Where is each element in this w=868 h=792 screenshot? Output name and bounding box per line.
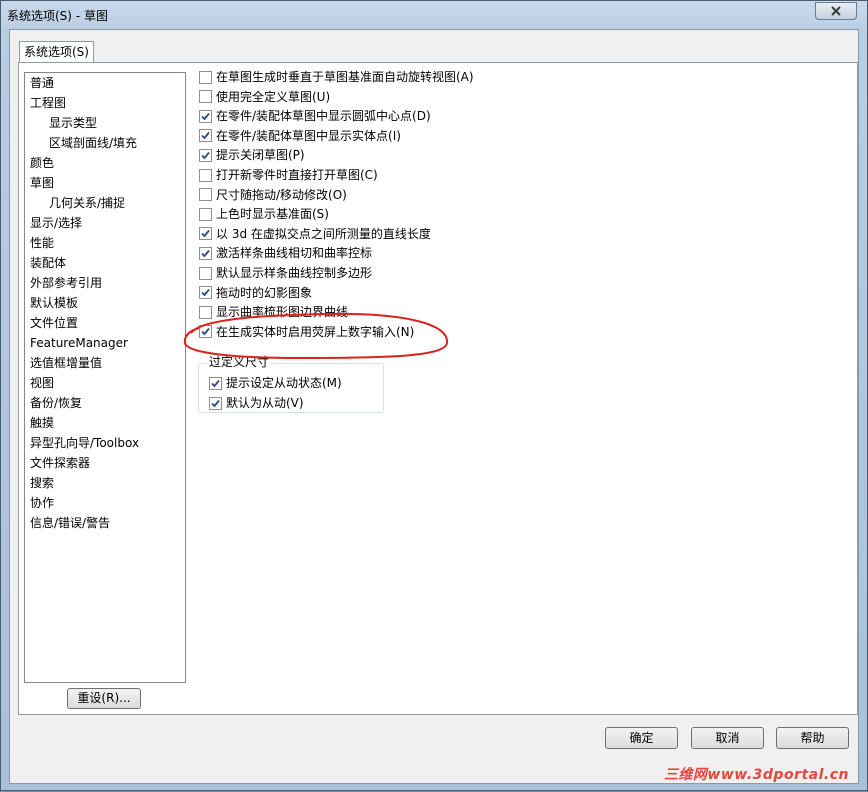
checkbox-checked-icon[interactable] xyxy=(199,246,212,260)
tree-item[interactable]: 文件探索器 xyxy=(30,454,90,472)
sketch-option-checkbox[interactable]: 上色时显示基准面(S) xyxy=(199,205,329,223)
tab-system-options[interactable]: 系统选项(S) xyxy=(19,41,94,63)
window-title: 系统选项(S) - 草图 xyxy=(7,9,108,23)
checkbox-checked-icon[interactable] xyxy=(199,325,212,339)
sketch-option-checkbox[interactable]: 以 3d 在虚拟交点之间所测量的直线长度 xyxy=(199,225,431,243)
option-label: 拖动时的幻影图象 xyxy=(216,285,313,300)
option-label: 以 3d 在虚拟交点之间所测量的直线长度 xyxy=(216,226,431,241)
option-label: 显示曲率梳形图边界曲线 xyxy=(216,305,349,320)
tree-item[interactable]: 工程图 xyxy=(30,94,66,112)
option-label: 在零件/装配体草图中显示圆弧中心点(D) xyxy=(216,109,431,124)
sketch-option-checkbox[interactable]: 拖动时的幻影图象 xyxy=(199,284,312,302)
checkbox-checked-icon[interactable] xyxy=(209,376,222,390)
close-button[interactable] xyxy=(815,2,857,20)
option-label: 提示设定从动状态(M) xyxy=(226,376,342,390)
sketch-option-checkbox[interactable]: 在零件/装配体草图中显示圆弧中心点(D) xyxy=(199,107,431,125)
checkbox-unchecked-icon[interactable] xyxy=(199,168,212,182)
checkbox-checked-icon[interactable] xyxy=(199,109,212,123)
option-label: 提示关闭草图(P) xyxy=(216,148,305,163)
option-label: 在生成实体时启用荧屏上数字输入(N) xyxy=(216,324,415,339)
reset-button[interactable]: 重设(R)... xyxy=(67,688,141,709)
sketch-option-checkbox[interactable]: 使用完全定义草图(U) xyxy=(199,88,330,106)
tab-panel: 普通工程图显示类型区域剖面线/填充颜色草图几何关系/捕捉显示/选择性能装配体外部… xyxy=(18,62,858,715)
tree-item[interactable]: 异型孔向导/Toolbox xyxy=(30,434,139,452)
option-label: 默认显示样条曲线控制多边形 xyxy=(216,266,373,280)
tree-item[interactable]: 性能 xyxy=(30,234,54,252)
option-label: 在草图生成时垂直于草图基准面自动旋转视图(A) xyxy=(216,70,474,84)
tree-item[interactable]: 几何关系/捕捉 xyxy=(49,194,125,212)
tree-item[interactable]: 协作 xyxy=(30,494,54,512)
checkbox-unchecked-icon[interactable] xyxy=(199,305,212,319)
tree-item[interactable]: 视图 xyxy=(30,374,54,392)
sketch-option-checkbox[interactable]: 默认显示样条曲线控制多边形 xyxy=(199,264,372,282)
option-label: 默认为从动(V) xyxy=(226,396,304,410)
tree-item[interactable]: 信息/错误/警告 xyxy=(30,514,110,532)
ok-button[interactable]: 确定 xyxy=(605,727,678,749)
sketch-option-checkbox[interactable]: 打开新零件时直接打开草图(C) xyxy=(199,166,378,184)
option-label: 激活样条曲线相切和曲率控标 xyxy=(216,246,373,261)
checkbox-unchecked-icon[interactable] xyxy=(199,90,212,104)
tree-item[interactable]: 选值框增量值 xyxy=(30,354,102,372)
checkbox-checked-icon[interactable] xyxy=(209,396,222,410)
category-tree[interactable]: 普通工程图显示类型区域剖面线/填充颜色草图几何关系/捕捉显示/选择性能装配体外部… xyxy=(24,72,186,683)
checkbox-checked-icon[interactable] xyxy=(199,227,212,241)
tree-item[interactable]: 外部参考引用 xyxy=(30,274,102,292)
checkbox-unchecked-icon[interactable] xyxy=(199,266,212,280)
help-button[interactable]: 帮助 xyxy=(776,727,849,749)
checkbox-unchecked-icon[interactable] xyxy=(199,70,212,84)
tree-item[interactable]: 默认模板 xyxy=(30,294,78,312)
tree-item[interactable]: 文件位置 xyxy=(30,314,78,332)
checkbox-checked-icon[interactable] xyxy=(199,148,212,162)
tree-item[interactable]: 颜色 xyxy=(30,154,54,172)
checkbox-unchecked-icon[interactable] xyxy=(199,188,212,202)
sketch-option-checkbox[interactable]: 激活样条曲线相切和曲率控标 xyxy=(199,244,372,262)
tree-item[interactable]: FeatureManager xyxy=(30,334,128,352)
cancel-button[interactable]: 取消 xyxy=(691,727,764,749)
sketch-option-checkbox[interactable]: 提示关闭草图(P) xyxy=(199,146,305,164)
tree-item[interactable]: 显示/选择 xyxy=(30,214,82,232)
tree-item[interactable]: 草图 xyxy=(30,174,54,192)
sketch-option-checkbox[interactable]: 显示曲率梳形图边界曲线 xyxy=(199,303,348,321)
overdefine-group-legend: 过定义尺寸 xyxy=(207,355,272,369)
option-label: 尺寸随拖动/移动修改(O) xyxy=(216,187,347,202)
checkbox-checked-icon[interactable] xyxy=(199,286,212,300)
checkbox-unchecked-icon[interactable] xyxy=(199,207,212,221)
tree-item[interactable]: 备份/恢复 xyxy=(30,394,82,412)
watermark: 三维网www.3dportal.cn xyxy=(663,767,849,783)
sketch-option-checkbox[interactable]: 在生成实体时启用荧屏上数字输入(N) xyxy=(199,323,414,341)
tree-item[interactable]: 装配体 xyxy=(30,254,66,272)
dialog-body: 系统选项(S) 普通工程图显示类型区域剖面线/填充颜色草图几何关系/捕捉显示/选… xyxy=(9,29,859,784)
close-icon xyxy=(831,6,841,16)
option-label: 打开新零件时直接打开草图(C) xyxy=(216,168,378,182)
sketch-option-checkbox[interactable]: 在零件/装配体草图中显示实体点(I) xyxy=(199,127,401,145)
overdefine-option-checkbox[interactable]: 默认为从动(V) xyxy=(209,394,304,412)
option-label: 上色时显示基准面(S) xyxy=(216,207,329,222)
tree-item[interactable]: 搜索 xyxy=(30,474,54,492)
checkbox-checked-icon[interactable] xyxy=(199,129,212,143)
tree-item[interactable]: 显示类型 xyxy=(49,114,97,132)
title-bar[interactable]: 系统选项(S) - 草图 xyxy=(1,1,867,29)
option-label: 使用完全定义草图(U) xyxy=(216,89,331,104)
tree-item[interactable]: 普通 xyxy=(30,74,54,92)
overdefine-option-checkbox[interactable]: 提示设定从动状态(M) xyxy=(209,374,342,392)
system-options-dialog: 系统选项(S) - 草图 系统选项(S) 普通工程图显示类型区域剖面线/填充颜色… xyxy=(0,0,868,791)
sketch-option-checkbox[interactable]: 在草图生成时垂直于草图基准面自动旋转视图(A) xyxy=(199,68,474,86)
tree-item[interactable]: 区域剖面线/填充 xyxy=(49,134,137,152)
tree-item[interactable]: 触摸 xyxy=(30,414,54,432)
sketch-option-checkbox[interactable]: 尺寸随拖动/移动修改(O) xyxy=(199,186,347,204)
option-label: 在零件/装配体草图中显示实体点(I) xyxy=(216,128,401,143)
